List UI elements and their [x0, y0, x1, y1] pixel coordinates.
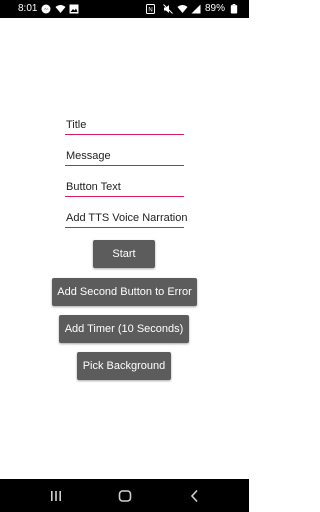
signal-icon [191, 4, 201, 14]
add-second-button-label: Add Second Button to Error [57, 286, 192, 298]
button-text-field[interactable]: Button Text [65, 179, 184, 197]
message-field-placeholder: Message [66, 150, 111, 162]
start-button[interactable]: Start [93, 240, 155, 268]
battery-icon [230, 4, 238, 14]
nfc-icon: N [146, 4, 155, 14]
add-timer-button-label: Add Timer (10 Seconds) [64, 323, 184, 335]
tts-narration-field[interactable]: Add TTS Voice Narration [65, 210, 188, 228]
title-field-placeholder: Title [66, 119, 87, 131]
message-field[interactable]: Message [65, 148, 184, 166]
add-second-button-button[interactable]: Add Second Button to Error [52, 278, 197, 306]
home-icon[interactable] [116, 487, 134, 505]
recents-icon[interactable] [47, 487, 65, 505]
add-timer-button[interactable]: Add Timer (10 Seconds) [59, 315, 189, 343]
svg-text:N: N [148, 8, 152, 14]
back-icon[interactable] [186, 487, 204, 505]
status-time: 8:01 [18, 3, 38, 14]
mute-icon [163, 4, 173, 14]
battery-percent: 89% [205, 3, 226, 14]
messenger-icon [41, 4, 51, 14]
gallery-icon [69, 4, 79, 14]
status-bar: 8:01 N 89% [0, 0, 249, 18]
tts-narration-field-placeholder: Add TTS Voice Narration [66, 212, 188, 224]
wifi-icon [55, 5, 66, 13]
button-text-field-placeholder: Button Text [66, 181, 121, 193]
start-button-label: Start [112, 248, 136, 260]
title-field[interactable]: Title [65, 117, 184, 135]
pick-background-button[interactable]: Pick Background [77, 352, 171, 380]
pick-background-button-label: Pick Background [82, 360, 166, 372]
wifi-icon [177, 5, 188, 13]
navigation-bar [0, 479, 249, 512]
